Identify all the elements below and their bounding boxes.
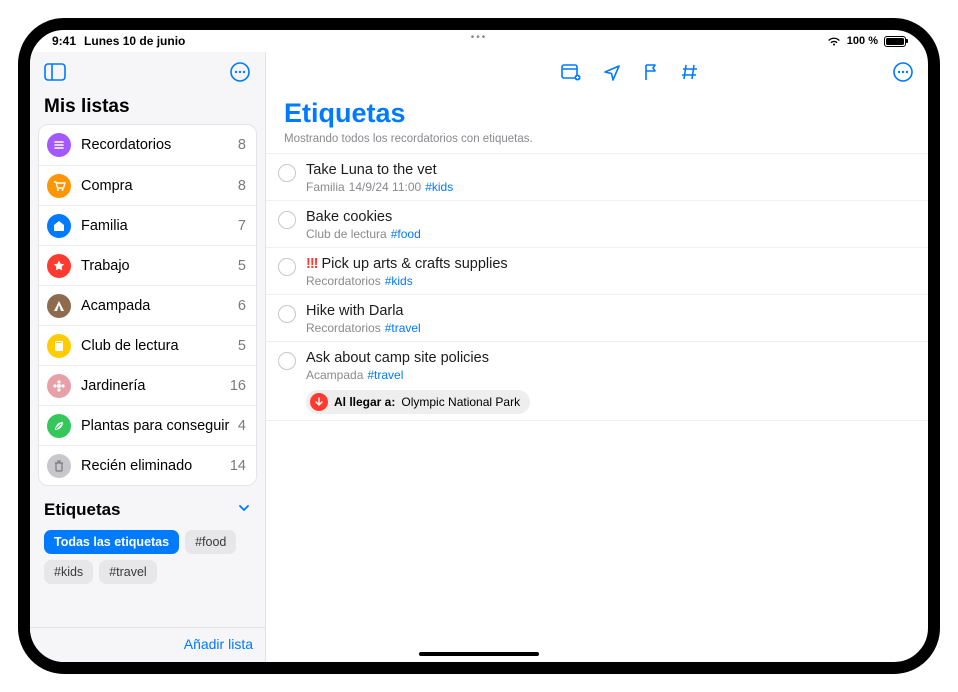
reminder-tag[interactable]: #travel	[367, 368, 403, 382]
reminder-tag[interactable]: #kids	[385, 274, 413, 288]
tag-chip[interactable]: #food	[185, 530, 236, 554]
reminder-date: 14/9/24 11:00	[349, 180, 422, 194]
list-color-icon	[47, 454, 71, 478]
reminder-tag[interactable]: #food	[391, 227, 421, 241]
toolbar-hashtag-icon[interactable]	[681, 57, 699, 87]
list-count: 7	[238, 218, 246, 234]
tags-section-title: Etiquetas	[44, 500, 121, 520]
location-pill[interactable]: Al llegar a: Olympic National Park	[306, 390, 530, 414]
list-count: 5	[238, 258, 246, 274]
priority-marker: !!!	[306, 256, 318, 272]
reminder-title: Pick up arts & crafts supplies	[322, 256, 508, 272]
sidebar: Mis listas Recordatorios8Compra8Familia7…	[30, 52, 266, 662]
reminder-item[interactable]: Hike with Darla Recordatorios #travel	[266, 295, 928, 342]
list-count: 16	[230, 378, 246, 394]
list-name: Recordatorios	[81, 137, 238, 153]
toolbar-calendar-icon[interactable]	[561, 57, 581, 87]
list-count: 8	[238, 137, 246, 153]
list-count: 6	[238, 298, 246, 314]
sidebar-toggle-button[interactable]	[40, 57, 70, 87]
tag-chip[interactable]: #kids	[44, 560, 93, 584]
list-name: Trabajo	[81, 258, 238, 274]
reminder-item[interactable]: !!! Pick up arts & crafts supplies Record…	[266, 248, 928, 295]
list-color-icon	[47, 254, 71, 278]
toolbar-flag-icon[interactable]	[643, 57, 659, 87]
tag-chip[interactable]: #travel	[99, 560, 157, 584]
reminder-title: Ask about camp site policies	[306, 350, 489, 366]
sidebar-section-title: Mis listas	[30, 92, 265, 124]
complete-checkbox[interactable]	[278, 305, 296, 323]
reminder-title: Hike with Darla	[306, 303, 404, 319]
page-title: Etiquetas	[266, 92, 928, 129]
status-date: Lunes 10 de junio	[84, 34, 185, 48]
list-count: 14	[230, 458, 246, 474]
location-arrive-icon	[310, 393, 328, 411]
sidebar-list-item[interactable]: Trabajo5	[39, 245, 256, 285]
toolbar-location-icon[interactable]	[603, 57, 621, 87]
sidebar-list-item[interactable]: Recordatorios8	[39, 125, 256, 165]
list-color-icon	[47, 174, 71, 198]
chevron-down-icon[interactable]	[237, 500, 251, 520]
list-count: 5	[238, 338, 246, 354]
sidebar-list-item[interactable]: Compra8	[39, 165, 256, 205]
sidebar-list-item[interactable]: Jardinería16	[39, 365, 256, 405]
list-name: Compra	[81, 178, 238, 194]
tag-chip[interactable]: Todas las etiquetas	[44, 530, 179, 554]
list-count: 4	[238, 418, 246, 434]
home-indicator[interactable]	[419, 652, 539, 656]
sidebar-list-item[interactable]: Acampada6	[39, 285, 256, 325]
reminder-list: Recordatorios	[306, 321, 381, 335]
list-color-icon	[47, 414, 71, 438]
status-time: 9:41	[52, 34, 76, 48]
location-label: Al llegar a:	[334, 395, 395, 409]
reminder-item[interactable]: Ask about camp site policies Acampada #tr…	[266, 342, 928, 421]
list-name: Club de lectura	[81, 338, 238, 354]
list-color-icon	[47, 294, 71, 318]
list-name: Recién eliminado	[81, 458, 230, 474]
reminder-list: Recordatorios	[306, 274, 381, 288]
reminder-list: Acampada	[306, 368, 363, 382]
reminder-item[interactable]: Bake cookies Club de lectura #food	[266, 201, 928, 248]
reminder-item[interactable]: Take Luna to the vet Familia 14/9/24 11:0…	[266, 153, 928, 201]
sidebar-more-button[interactable]	[225, 57, 255, 87]
wifi-icon	[827, 36, 841, 47]
sidebar-list-item[interactable]: Familia7	[39, 205, 256, 245]
list-name: Acampada	[81, 298, 238, 314]
complete-checkbox[interactable]	[278, 164, 296, 182]
page-subtitle: Mostrando todos los recordatorios con et…	[266, 129, 928, 153]
reminder-title: Take Luna to the vet	[306, 162, 437, 178]
complete-checkbox[interactable]	[278, 352, 296, 370]
location-place: Olympic National Park	[401, 395, 520, 409]
main-pane: Etiquetas Mostrando todos los recordator…	[266, 52, 928, 662]
sidebar-list-item[interactable]: Recién eliminado14	[39, 445, 256, 485]
list-color-icon	[47, 334, 71, 358]
list-count: 8	[238, 178, 246, 194]
list-name: Jardinería	[81, 378, 230, 394]
reminder-tag[interactable]: #travel	[385, 321, 421, 335]
sidebar-list-item[interactable]: Club de lectura5	[39, 325, 256, 365]
list-name: Plantas para conseguir	[81, 418, 238, 434]
complete-checkbox[interactable]	[278, 258, 296, 276]
battery-icon	[884, 36, 906, 47]
complete-checkbox[interactable]	[278, 211, 296, 229]
reminder-title: Bake cookies	[306, 209, 392, 225]
reminder-list: Club de lectura	[306, 227, 387, 241]
add-list-button[interactable]: Añadir lista	[184, 636, 253, 652]
list-color-icon	[47, 374, 71, 398]
battery-pct: 100 %	[847, 35, 878, 47]
list-name: Familia	[81, 218, 238, 234]
camera-dots: •••	[471, 32, 488, 43]
list-color-icon	[47, 214, 71, 238]
list-color-icon	[47, 133, 71, 157]
reminder-tag[interactable]: #kids	[425, 180, 453, 194]
sidebar-list-item[interactable]: Plantas para conseguir4	[39, 405, 256, 445]
main-more-button[interactable]	[892, 57, 914, 87]
reminder-list: Familia	[306, 180, 345, 194]
